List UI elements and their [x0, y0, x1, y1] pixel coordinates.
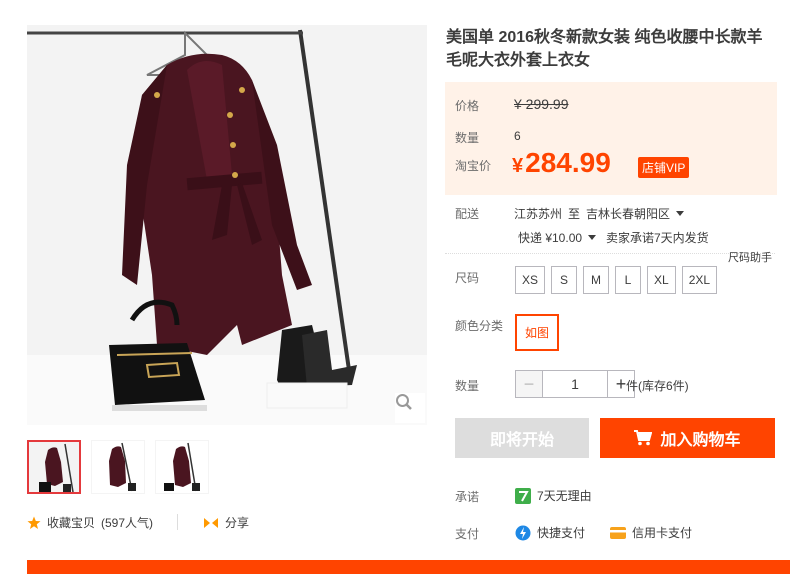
ship-origin: 江苏苏州 — [514, 207, 563, 221]
seven-day-return[interactable]: 7天无理由 — [515, 487, 592, 504]
sold-qty-value: 6 — [514, 129, 521, 143]
size-option-l[interactable]: L — [615, 266, 642, 294]
payment-label: 支付 — [455, 527, 480, 541]
size-option-s[interactable]: S — [551, 266, 578, 294]
add-to-cart-label: 加入购物车 — [660, 432, 741, 449]
chevron-down-icon — [676, 211, 685, 216]
product-title: 美国单 2016秋冬新款女装 纯色收腰中长款羊毛呢大衣外套上衣女 — [446, 29, 763, 69]
star-icon — [27, 516, 41, 529]
lightning-icon — [515, 525, 531, 540]
quick-pay-label: 快捷支付 — [537, 526, 586, 540]
share-label: 分享 — [225, 516, 250, 530]
price-panel — [445, 82, 777, 195]
ship-from: 江苏苏州 至 — [514, 205, 580, 222]
share-icon — [204, 517, 218, 528]
chevron-down-icon — [588, 235, 597, 240]
stock-info: 件(库存6件) — [626, 379, 689, 393]
thumb-coat-image — [156, 441, 208, 493]
quick-pay-option[interactable]: 快捷支付 — [515, 524, 585, 541]
share-button[interactable]: 分享 — [203, 514, 249, 531]
seven-day-icon — [515, 487, 531, 504]
thumbnail-strip — [27, 440, 209, 494]
seven-day-label: 7天无理由 — [537, 489, 592, 503]
original-price: ¥ 299.99 — [514, 96, 569, 112]
size-option-m[interactable]: M — [583, 266, 610, 294]
size-label: 尺码 — [455, 271, 480, 285]
favorite-count: (597人气) — [101, 516, 154, 530]
ship-to-word: 至 — [568, 207, 581, 221]
sold-qty-label: 数量 — [455, 131, 480, 145]
quantity-label: 数量 — [455, 379, 480, 393]
ship-destination-select[interactable]: 吉林长春朝阳区 — [586, 205, 685, 222]
ship-destination: 吉林长春朝阳区 — [586, 207, 671, 221]
vip-badge: 店铺VIP — [638, 157, 690, 178]
credit-card-icon — [610, 526, 626, 539]
size-options: XS S M L XL 2XL — [515, 266, 718, 294]
credit-card-label: 信用卡支付 — [632, 526, 693, 540]
quantity-stepper: − + — [515, 370, 635, 398]
thumbnail-3[interactable] — [155, 440, 209, 494]
coat-photo — [27, 25, 427, 425]
cart-icon — [634, 430, 653, 446]
size-option-xs[interactable]: XS — [515, 266, 546, 294]
shipping-promise: 卖家承诺7天内发货 — [606, 231, 709, 245]
currency-symbol: ¥ — [512, 155, 524, 177]
price-label: 价格 — [455, 99, 480, 113]
thumbnail-2[interactable] — [91, 440, 145, 494]
thumb-coat-image — [29, 442, 79, 492]
add-to-cart-button[interactable]: 加入购物车 — [600, 418, 775, 458]
color-label: 颜色分类 — [455, 319, 504, 333]
bottom-tab-bar — [27, 560, 790, 574]
thumbnail-1[interactable] — [27, 440, 81, 494]
taobao-price-label: 淘宝价 — [455, 159, 492, 173]
quantity-input[interactable] — [542, 371, 608, 397]
coming-soon-button[interactable]: 即将开始 — [455, 418, 589, 458]
credit-card-option[interactable]: 信用卡支付 — [610, 524, 692, 541]
promise-label: 承诺 — [455, 490, 480, 504]
size-option-2xl[interactable]: 2XL — [681, 266, 718, 294]
divider — [177, 514, 178, 530]
divider — [445, 253, 775, 254]
taobao-price: ¥ 284.99 — [512, 147, 611, 179]
shipping-label: 配送 — [455, 207, 480, 221]
favorite-label: 收藏宝贝 — [47, 516, 96, 530]
thumb-coat-image — [92, 441, 144, 493]
taobao-price-value: 284.99 — [525, 147, 611, 178]
favorite-button[interactable]: 收藏宝贝 (597人气) — [27, 514, 153, 531]
size-option-xl[interactable]: XL — [647, 266, 676, 294]
magnifier-icon — [396, 394, 412, 410]
shipping-method-select[interactable]: 快递 ¥10.00 — [518, 229, 597, 246]
size-helper-link[interactable]: 尺码助手 — [728, 249, 772, 265]
shipping-cost: 快递 ¥10.00 — [518, 231, 583, 245]
color-option-selected[interactable]: 如图 — [515, 314, 559, 351]
decrement-button[interactable]: − — [516, 371, 542, 397]
main-product-image[interactable] — [27, 25, 427, 425]
zoom-button[interactable] — [395, 393, 425, 423]
